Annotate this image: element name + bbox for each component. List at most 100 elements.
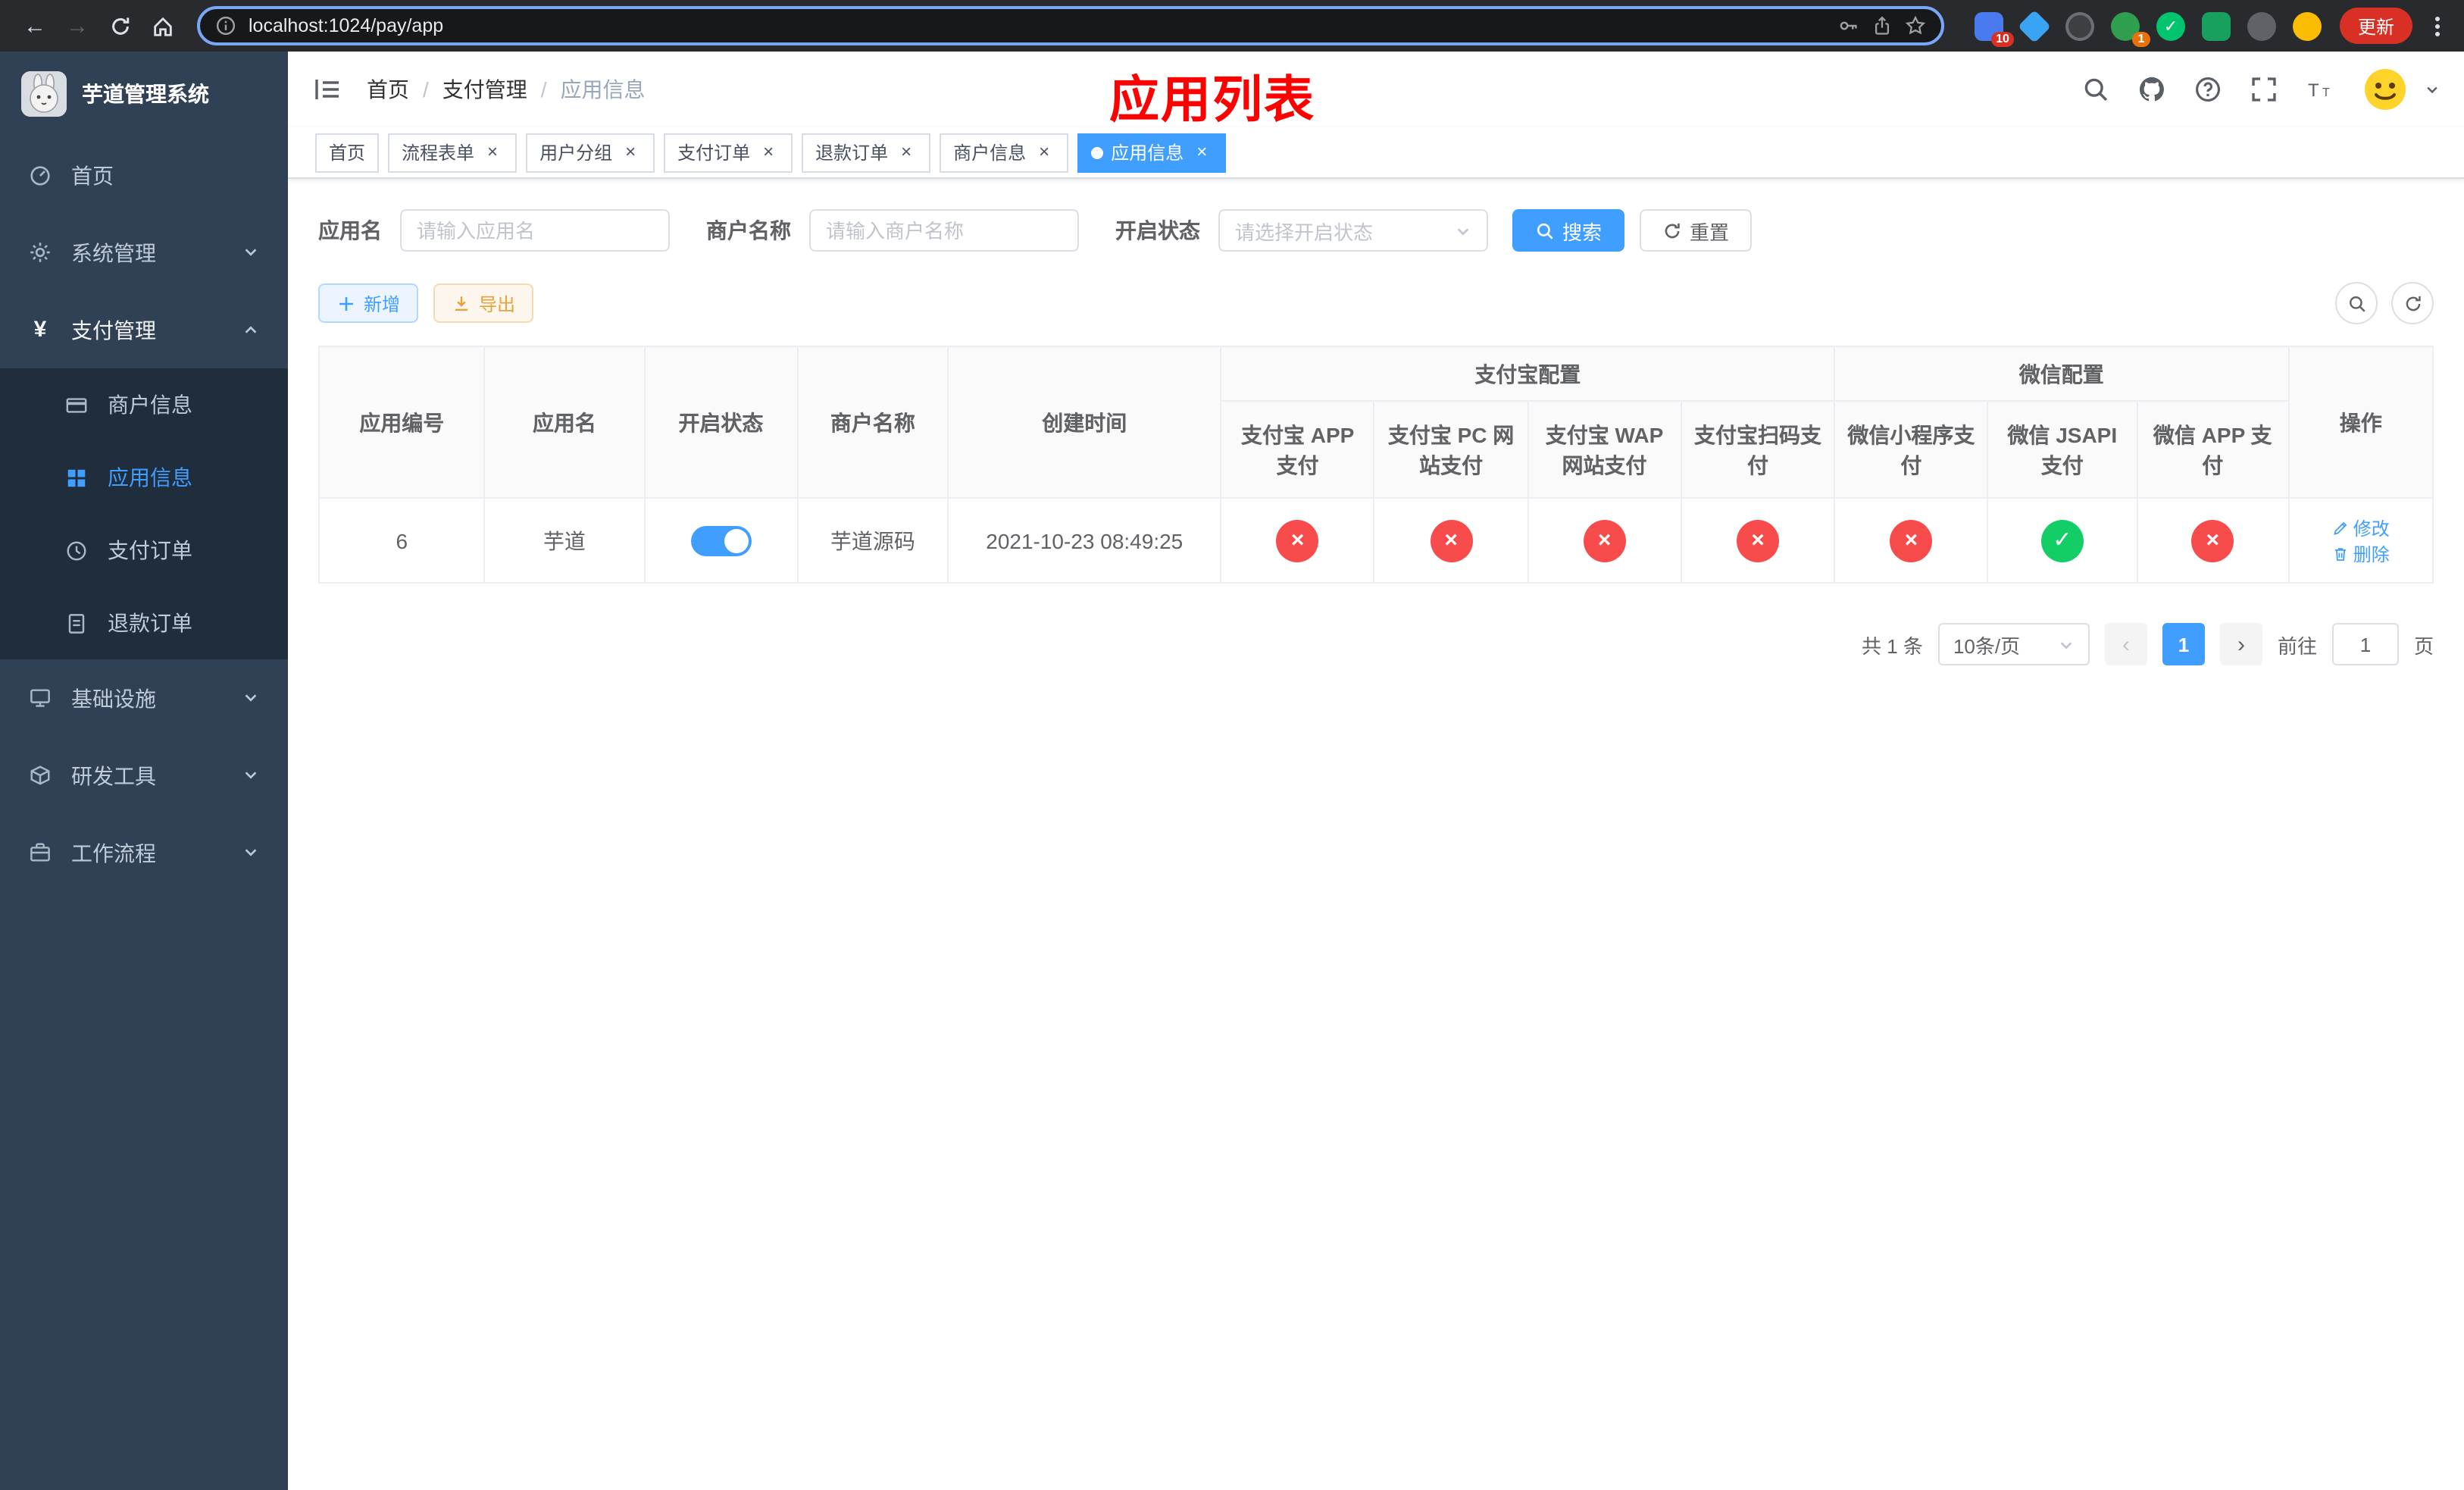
breadcrumb-current: 应用信息 <box>527 74 646 105</box>
show-search-toggle-button[interactable] <box>2335 282 2378 324</box>
col-wechat-jsapi: 微信 JSAPI 支付 <box>1987 400 2138 499</box>
sidebar-item-dev-tools[interactable]: 研发工具 <box>0 737 288 814</box>
sidebar-item-payment[interactable]: ¥ 支付管理 <box>0 291 288 368</box>
document-icon <box>68 613 85 633</box>
search-button[interactable]: 搜索 <box>1512 209 1625 252</box>
extension-icon-3[interactable] <box>2065 11 2094 40</box>
chevron-down-icon <box>1457 227 1469 235</box>
sidebar-item-label: 商户信息 <box>108 393 192 417</box>
goto-page-input[interactable] <box>2331 623 2399 665</box>
app-logo <box>21 71 67 117</box>
tag-app-info[interactable]: 应用信息 <box>1077 133 1227 172</box>
avatar-caret-icon[interactable] <box>2425 82 2440 97</box>
app-logo-row[interactable]: 芋道管理系统 <box>0 52 288 136</box>
sidebar-item-pay-order[interactable]: 支付订单 <box>0 514 288 587</box>
close-icon[interactable] <box>1191 142 1212 163</box>
reset-button[interactable]: 重置 <box>1640 209 1753 252</box>
merchant-name-input[interactable] <box>809 209 1079 252</box>
extension-icon-6[interactable] <box>2201 11 2231 40</box>
enabled-toggle[interactable] <box>690 525 752 556</box>
sidebar-item-app-info[interactable]: 应用信息 <box>0 441 288 514</box>
tag-process-form[interactable]: 流程表单 <box>388 133 518 172</box>
cell-actions: 修改 删除 <box>2287 497 2434 584</box>
browser-forward-button[interactable]: → <box>58 6 97 45</box>
close-icon[interactable] <box>896 142 917 163</box>
extension-icon-8[interactable] <box>2292 11 2322 40</box>
tag-user-group[interactable]: 用户分组 <box>526 133 655 172</box>
add-button[interactable]: 新增 <box>318 283 419 323</box>
breadcrumb-home[interactable]: 首页 <box>367 74 409 105</box>
tag-pay-order[interactable]: 支付订单 <box>664 133 793 172</box>
browser-menu-button[interactable] <box>2425 11 2449 41</box>
sidebar-item-refund-order[interactable]: 退款订单 <box>0 587 288 659</box>
export-button[interactable]: 导出 <box>433 283 534 323</box>
reload-icon <box>111 17 129 34</box>
goto-label: 前往 <box>2277 634 2317 657</box>
col-alipay-wap: 支付宝 WAP 网站支付 <box>1527 400 1682 499</box>
extension-icon-4[interactable]: 1 <box>2110 11 2150 46</box>
refresh-table-button[interactable] <box>2391 282 2434 324</box>
cell-wechat-app: × <box>2135 497 2290 584</box>
col-group-wechat: 微信配置 <box>1834 346 2290 402</box>
browser-reload-button[interactable] <box>100 6 139 45</box>
sidebar-item-label: 研发工具 <box>71 763 156 787</box>
tag-label: 退款订单 <box>815 142 889 164</box>
gear-icon <box>30 243 50 262</box>
sidebar-item-merchant-info[interactable]: 商户信息 <box>0 368 288 441</box>
user-avatar[interactable] <box>2362 67 2408 112</box>
status-error-icon: × <box>1430 519 1473 562</box>
close-icon[interactable] <box>620 142 641 163</box>
address-bar[interactable]: localhost:1024/pay/app <box>197 6 1944 45</box>
status-select[interactable]: 请选择开启状态 <box>1218 209 1488 252</box>
active-dot <box>1091 146 1104 158</box>
breadcrumb-section[interactable]: 支付管理 <box>409 74 527 105</box>
sidebar-toggle-icon[interactable] <box>312 74 342 105</box>
tag-merchant-info[interactable]: 商户信息 <box>940 133 1069 172</box>
delete-link[interactable]: 删除 <box>2332 540 2390 566</box>
site-info-icon[interactable] <box>215 15 236 36</box>
extension-icon-1[interactable]: 10 <box>1974 11 2014 46</box>
page-number-1[interactable]: 1 <box>2162 623 2205 665</box>
fullscreen-icon[interactable] <box>2250 76 2278 103</box>
close-icon[interactable] <box>1033 142 1055 163</box>
close-icon[interactable] <box>482 142 503 163</box>
search-icon[interactable] <box>2082 76 2109 103</box>
sidebar: 芋道管理系统 首页 系统管理 ¥ 支付管理 商户信息 应用信息 支付订单 退款订… <box>0 52 288 1490</box>
sidebar-item-infrastructure[interactable]: 基础设施 <box>0 659 288 737</box>
browser-home-button[interactable] <box>142 6 182 45</box>
app-title: 芋道管理系统 <box>82 82 209 106</box>
extension-icon-7[interactable] <box>2247 11 2276 40</box>
page-size-select[interactable]: 10条/页 <box>1937 623 2090 665</box>
cell-app-id: 6 <box>317 497 486 584</box>
password-key-icon[interactable] <box>1838 15 1859 36</box>
home-icon <box>153 16 171 36</box>
font-size-icon[interactable]: TT <box>2306 76 2334 103</box>
close-icon[interactable] <box>758 142 779 163</box>
pagination: 共 1 条 10条/页 ‹ 1 › 前往 页 <box>318 623 2434 665</box>
extension-icon-5[interactable]: ✓ <box>2156 11 2185 40</box>
app-name-input[interactable] <box>400 209 670 252</box>
sidebar-item-workflow[interactable]: 工作流程 <box>0 814 288 891</box>
browser-update-button[interactable]: 更新 <box>2339 8 2412 44</box>
github-icon[interactable] <box>2138 76 2165 103</box>
help-icon[interactable] <box>2194 76 2222 103</box>
tag-refund-order[interactable]: 退款订单 <box>802 133 931 172</box>
sidebar-item-label: 支付订单 <box>108 538 192 562</box>
status-success-icon: ✓ <box>2040 519 2084 562</box>
tag-home[interactable]: 首页 <box>315 133 380 172</box>
sidebar-item-home[interactable]: 首页 <box>0 136 288 214</box>
browser-back-button[interactable]: ← <box>15 6 55 45</box>
prev-page-button[interactable]: ‹ <box>2104 623 2147 665</box>
col-alipay-app: 支付宝 APP 支付 <box>1220 400 1375 499</box>
url-text: localhost:1024/pay/app <box>249 15 444 36</box>
sidebar-item-system[interactable]: 系统管理 <box>0 214 288 291</box>
status-error-icon: × <box>1890 519 1933 562</box>
edit-link[interactable]: 修改 <box>2332 515 2390 540</box>
bookmark-star-icon[interactable] <box>1905 15 1926 36</box>
share-icon[interactable] <box>1871 15 1893 36</box>
search-button-label: 搜索 <box>1562 221 1603 243</box>
next-page-button[interactable]: › <box>2219 623 2262 665</box>
top-navbar: 首页 支付管理 应用信息 应用列表 TT <box>288 52 2464 127</box>
grid-icon <box>67 468 86 487</box>
extension-icon-2[interactable] <box>2017 8 2052 43</box>
